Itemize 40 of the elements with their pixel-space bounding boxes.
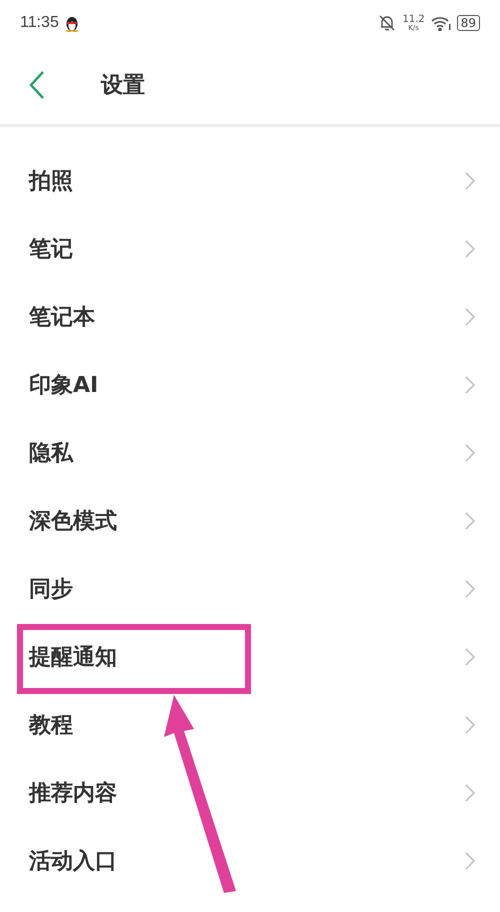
settings-item-label: 教程 [29,712,73,740]
settings-item[interactable]: 推荐内容 [0,759,500,827]
settings-item[interactable]: 提醒通知 [0,623,500,691]
settings-item-label: 隐私 [29,440,73,468]
chevron-icon [465,512,475,530]
settings-item-label: 提醒通知 [29,644,117,672]
chevron-icon [465,648,475,666]
settings-item[interactable]: 活动入口 [0,827,500,895]
settings-item[interactable]: 笔记本 [0,283,500,351]
settings-item-label: 笔记 [29,236,73,264]
settings-item[interactable]: 同步 [0,555,500,623]
penguin-icon [64,14,79,32]
status-time: 11:35 [20,14,59,32]
settings-item-label: 印象AI [29,372,98,400]
chevron-icon [465,716,475,734]
settings-item[interactable]: 教程 [0,691,500,759]
settings-item-label: 同步 [29,576,73,604]
settings-item-label: 活动入口 [29,848,117,876]
settings-item-label: 拍照 [29,168,73,196]
settings-item[interactable]: 拍照 [0,147,500,215]
chevron-icon [465,240,475,258]
chevron-icon [465,308,475,326]
chevron-icon [465,172,475,190]
settings-item-label: 推荐内容 [29,780,117,808]
wifi-icon [430,16,451,30]
settings-item[interactable]: 笔记 [0,215,500,283]
chevron-icon [465,376,475,394]
page-title: 设置 [101,72,145,100]
settings-item[interactable]: 印象AI [0,351,500,419]
chevron-icon [465,784,475,802]
settings-item[interactable]: 深色模式 [0,487,500,555]
back-icon[interactable] [29,70,45,100]
chevron-icon [465,580,475,598]
chevron-icon [465,444,475,462]
chevron-icon [465,852,475,870]
settings-item[interactable]: 隐私 [0,419,500,487]
muted-bell-icon [378,14,396,32]
settings-item-label: 笔记本 [29,304,95,332]
battery-indicator: 89 [456,15,480,31]
settings-item-label: 深色模式 [29,508,117,536]
